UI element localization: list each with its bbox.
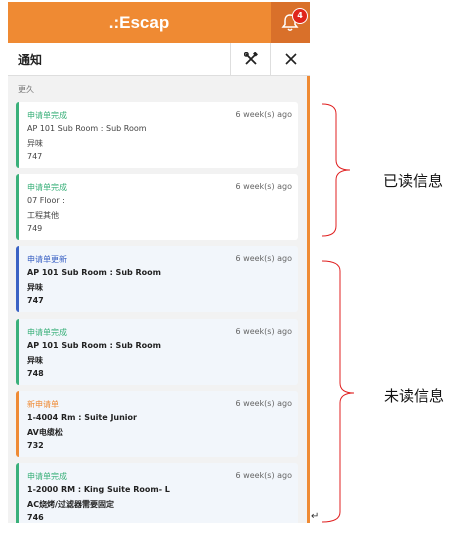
text-cursor-mark: ↵: [311, 511, 320, 522]
unread-bracket: [321, 260, 355, 523]
read-bracket: [321, 103, 351, 237]
read-annotation-label: 已读信息: [383, 172, 444, 190]
unread-annotation-label: 未读信息: [384, 387, 445, 405]
annotation-brackets: [321, 103, 355, 523]
